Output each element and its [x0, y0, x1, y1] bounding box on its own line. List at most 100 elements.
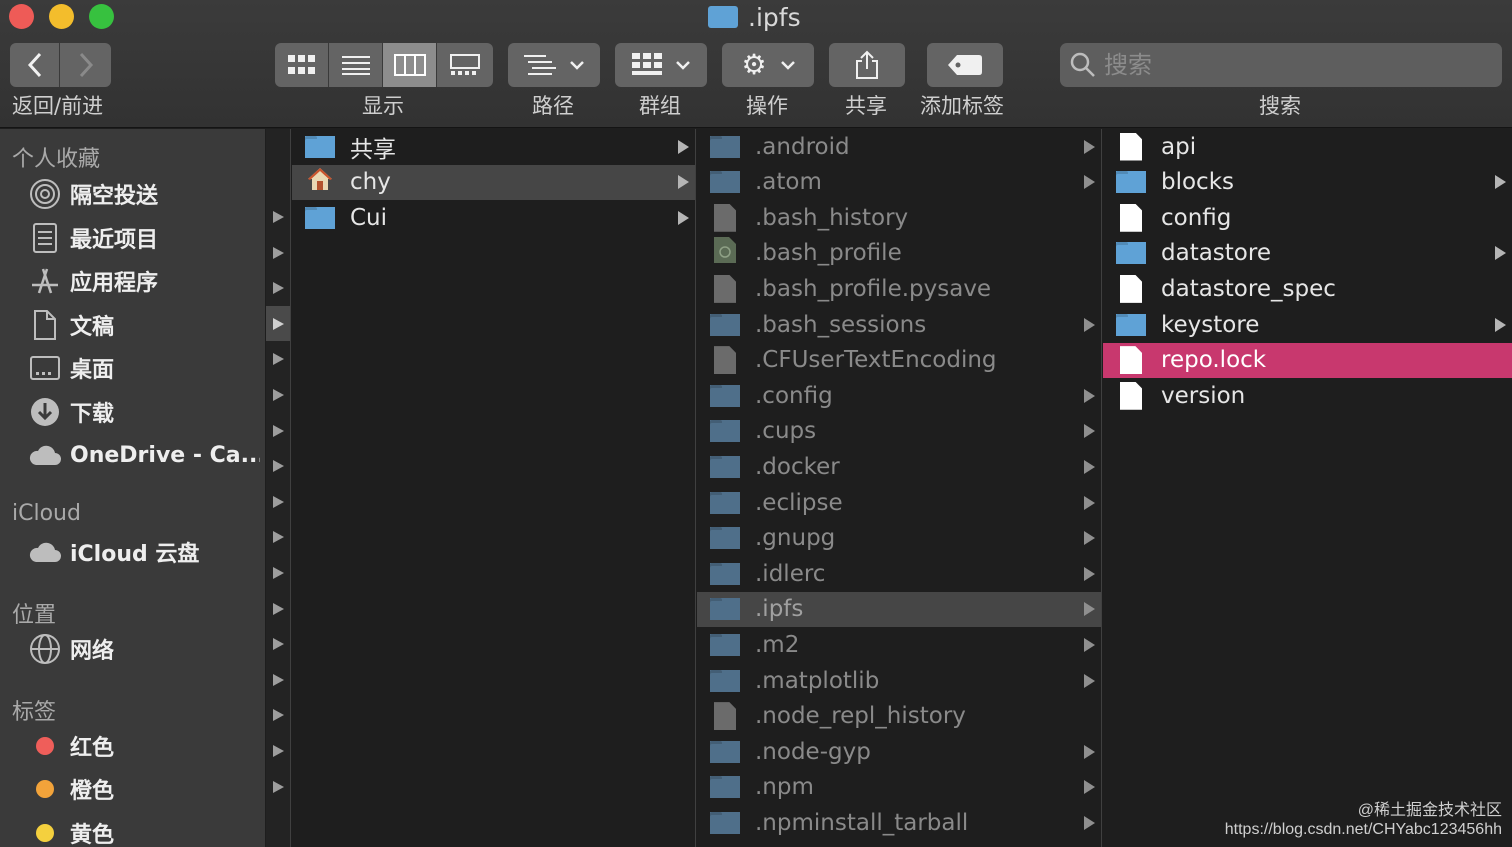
- file-row[interactable]: version: [1103, 378, 1512, 413]
- file-row[interactable]: api: [1103, 129, 1512, 164]
- folder-icon: [709, 739, 741, 765]
- gear-icon: ⚙: [741, 48, 767, 81]
- sidebar-item-desktop[interactable]: 桌面: [28, 348, 260, 388]
- sidebar-item-documents[interactable]: 文稿: [28, 305, 260, 345]
- group-icon: [632, 53, 662, 75]
- item-name: .cups: [755, 418, 817, 445]
- minimize-window-button[interactable]: [49, 4, 74, 29]
- folder-row[interactable]: .eclipse: [697, 485, 1101, 520]
- folder-icon-glyph: [1116, 313, 1146, 336]
- folder-row[interactable]: keystore: [1103, 307, 1512, 342]
- file-row[interactable]: .CFUserTextEncoding: [697, 343, 1101, 378]
- sidebar-item-applications[interactable]: 应用程序: [28, 261, 260, 301]
- gallery-icon: [450, 54, 480, 75]
- close-window-button[interactable]: [9, 4, 34, 29]
- sidebar-item-downloads[interactable]: 下载: [28, 392, 260, 432]
- column-view-button[interactable]: [383, 43, 437, 87]
- search-field[interactable]: [1060, 43, 1502, 87]
- add-tags-button[interactable]: [927, 43, 1003, 87]
- folder-icon: [709, 561, 741, 587]
- folder-row[interactable]: .config: [697, 378, 1101, 413]
- folder-row[interactable]: .npm: [697, 770, 1101, 805]
- group-button[interactable]: [615, 43, 707, 87]
- folder-row[interactable]: .node-gyp: [697, 734, 1101, 769]
- action-button[interactable]: ⚙: [722, 43, 814, 87]
- file-icon-glyph: [1120, 203, 1142, 232]
- folder-icon: [708, 6, 738, 28]
- chevron-down-icon: [570, 61, 584, 70]
- file-row[interactable]: config: [1103, 200, 1512, 235]
- file-row[interactable]: repo.lock: [1103, 342, 1512, 378]
- folder-icon-glyph: [305, 206, 335, 229]
- folder-icon-glyph: [710, 633, 740, 656]
- list-view-button[interactable]: [329, 43, 383, 87]
- back-button[interactable]: [10, 43, 60, 87]
- home-icon: [304, 168, 336, 195]
- share-button[interactable]: [829, 43, 905, 87]
- folder-row[interactable]: datastore: [1103, 236, 1512, 271]
- folder-row[interactable]: .android: [697, 129, 1101, 164]
- item-name: .ipfs: [755, 596, 804, 623]
- folder-icon: [709, 668, 741, 694]
- sidebar-item-icloud-drive[interactable]: iCloud 云盘: [28, 532, 260, 572]
- folder-row[interactable]: .bash_sessions: [697, 307, 1101, 342]
- folder-row[interactable]: .npminstall_tarball: [697, 805, 1101, 840]
- item-name: .bash_history: [755, 204, 909, 231]
- folder-row[interactable]: .m2: [697, 627, 1101, 662]
- item-name: .node-gyp: [755, 738, 871, 765]
- window-title-text: .ipfs: [748, 2, 801, 32]
- folder-row[interactable]: chy: [292, 164, 695, 200]
- file-icon: [1115, 132, 1147, 161]
- disclosure-arrow-icon: [1084, 602, 1095, 617]
- path-button[interactable]: [508, 43, 600, 87]
- folder-row[interactable]: .gnupg: [697, 521, 1101, 556]
- disclosure-arrow-icon: [1084, 388, 1095, 403]
- folder-icon-glyph: [710, 135, 740, 158]
- folder-row[interactable]: blocks: [1103, 165, 1512, 200]
- item-name: datastore_spec: [1161, 275, 1336, 302]
- downloads-icon: [28, 395, 62, 429]
- sidebar-item-onedrive[interactable]: OneDrive - Ca...: [28, 435, 260, 475]
- sidebar-item-tag-orange[interactable]: 橙色: [28, 769, 260, 809]
- item-name: .bash_sessions: [755, 311, 927, 338]
- chevron-down-icon: [676, 61, 690, 70]
- parent-column-collapsed[interactable]: [266, 129, 291, 847]
- folder-icon: [304, 205, 336, 231]
- grid-icon: [287, 55, 315, 74]
- zoom-window-button[interactable]: [89, 4, 114, 29]
- folder-row[interactable]: .cups: [697, 414, 1101, 449]
- file-row[interactable]: .bash_profile.pysave: [697, 271, 1101, 306]
- item-name: repo.lock: [1161, 347, 1267, 374]
- folder-row[interactable]: 共享: [292, 129, 695, 164]
- folder-icon: [709, 454, 741, 480]
- item-name: .bash_profile: [755, 240, 902, 267]
- sidebar-item-airdrop[interactable]: 隔空投送: [28, 174, 260, 214]
- search-input[interactable]: [1104, 51, 1484, 79]
- folder-row[interactable]: .atom: [697, 165, 1101, 200]
- folder-row[interactable]: .idlerc: [697, 556, 1101, 591]
- file-row[interactable]: .node_repl_history: [697, 699, 1101, 734]
- sidebar-item-network[interactable]: 网络: [28, 629, 260, 669]
- file-row[interactable]: .bash_history: [697, 200, 1101, 235]
- file-row[interactable]: datastore_spec: [1103, 271, 1512, 306]
- gallery-view-button[interactable]: [437, 43, 493, 87]
- file-row[interactable]: .bash_profile: [697, 236, 1101, 271]
- icon-view-button[interactable]: [275, 43, 329, 87]
- folder-icon: [709, 490, 741, 516]
- folder-icon-glyph: [710, 420, 740, 443]
- file-icon-glyph: [1120, 346, 1142, 375]
- sidebar-item-tag-red[interactable]: 红色: [28, 726, 260, 766]
- sidebar-item-tag-yellow[interactable]: 黄色: [28, 813, 260, 847]
- folder-row[interactable]: .matplotlib: [697, 663, 1101, 698]
- folder-row[interactable]: Cui: [292, 200, 695, 235]
- path-label: 路径: [532, 94, 574, 118]
- disclosure-arrow-icon: [273, 602, 284, 615]
- folder-row[interactable]: .ipfs: [697, 591, 1101, 627]
- disclosure-arrow-icon: [273, 495, 284, 508]
- folder-row[interactable]: .docker: [697, 449, 1101, 484]
- disclosure-arrow-icon: [273, 211, 284, 223]
- sidebar-item-recents[interactable]: 最近项目: [28, 218, 260, 258]
- item-name: Cui: [350, 204, 388, 231]
- forward-button[interactable]: [60, 43, 111, 87]
- sidebar-item-label: 橙色: [70, 779, 115, 804]
